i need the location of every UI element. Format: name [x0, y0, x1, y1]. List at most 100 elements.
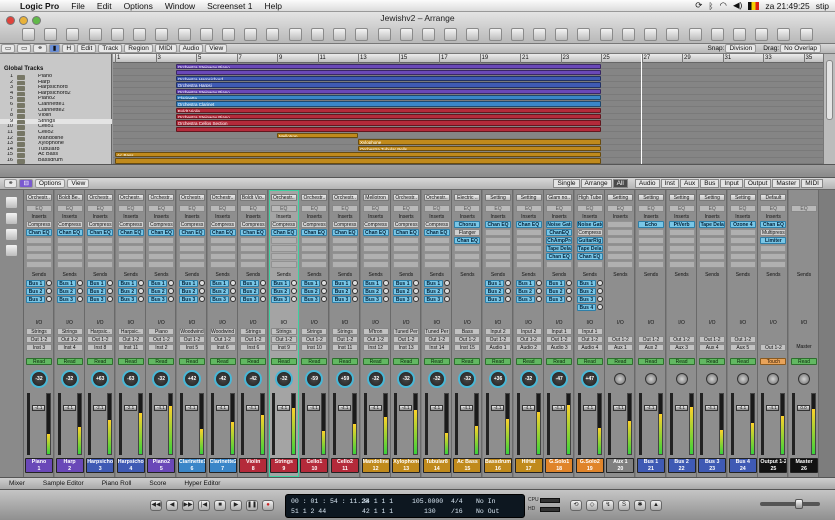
pan-knob[interactable]: +36	[489, 370, 507, 388]
flag-icon[interactable]	[748, 1, 760, 10]
empty-insert-slot[interactable]	[240, 253, 267, 260]
automation-mode[interactable]: Read	[56, 358, 83, 365]
region[interactable]: Orchestra Harpsi	[175, 82, 601, 88]
cycle-icon[interactable]: ⟲	[570, 500, 582, 511]
region[interactable]: Ac Bass	[115, 151, 601, 158]
setting-button[interactable]: Orchestr..	[87, 194, 114, 201]
send-level-knob[interactable]	[535, 280, 542, 286]
insert-slot[interactable]: Compress	[270, 221, 297, 228]
send-level-knob[interactable]	[199, 288, 205, 294]
send-level-knob[interactable]	[76, 296, 83, 302]
empty-insert-slot[interactable]	[270, 237, 297, 244]
pan-knob[interactable]: -32	[60, 370, 79, 388]
channel-name-tag[interactable]: Harpsichor 4	[116, 458, 145, 473]
setting-button[interactable]: Boldt Be..	[56, 194, 83, 201]
send-level-knob[interactable]	[382, 296, 389, 302]
channel-name-tag[interactable]: Bus 2 22	[667, 458, 696, 473]
region[interactable]: Orchestra Harpsichord	[175, 76, 601, 82]
send-slot[interactable]: Bus 2	[485, 288, 504, 295]
empty-insert-slot[interactable]	[26, 261, 52, 268]
capture-icon[interactable]	[155, 27, 169, 41]
automation-mode[interactable]: Read	[485, 358, 511, 365]
filter-input[interactable]: Input	[720, 179, 743, 188]
pen-icon[interactable]	[599, 27, 613, 41]
send-slot[interactable]: Bus 1	[87, 280, 107, 287]
send-slot[interactable]: Bus 2	[362, 288, 382, 295]
region[interactable]: Orchestra Steinway Piano	[175, 88, 601, 95]
send-slot[interactable]: Bus 1	[393, 280, 413, 287]
channel-id-slot[interactable]: Inst 14	[423, 344, 450, 351]
insert-slot[interactable]: Chan EQ	[26, 229, 52, 236]
master-volume-handle[interactable]	[795, 499, 803, 509]
eq-display[interactable]: EQ	[301, 205, 328, 212]
browser-icon[interactable]	[133, 27, 147, 41]
filter-audio[interactable]: Audio	[634, 179, 660, 188]
channel-name-tag[interactable]: G.Solo2 19	[575, 458, 604, 473]
send-level-knob[interactable]	[46, 280, 52, 286]
setting-button[interactable]: Setting	[668, 194, 695, 201]
setting-button[interactable]: Orchestr..	[179, 194, 205, 201]
mixdown-icon[interactable]	[377, 27, 391, 41]
empty-insert-slot[interactable]	[638, 229, 664, 236]
send-slot[interactable]: Bus 1	[362, 280, 382, 287]
send-slot[interactable]: Bus 1	[546, 280, 566, 287]
empty-insert-slot[interactable]	[760, 253, 787, 260]
eq-display[interactable]: EQ	[148, 205, 175, 212]
send-slot[interactable]: Bus 2	[87, 288, 107, 295]
volume-fader[interactable]: -4.1	[460, 405, 474, 411]
setting-button[interactable]: Orchestr..	[301, 194, 328, 201]
send-level-knob[interactable]	[413, 280, 420, 286]
eq-display[interactable]: EQ	[270, 205, 297, 212]
info-icon[interactable]	[755, 27, 769, 41]
user-name[interactable]: stip	[816, 1, 829, 11]
mute-icon[interactable]	[444, 27, 458, 41]
empty-insert-slot[interactable]	[699, 237, 726, 244]
input-slot[interactable]: Input 1	[546, 328, 573, 335]
link-icon[interactable]	[5, 244, 18, 257]
empty-insert-slot[interactable]	[607, 253, 634, 260]
empty-insert-slot[interactable]	[423, 237, 450, 244]
arr-menu-edit[interactable]: Edit	[77, 44, 97, 53]
channel-name-tag[interactable]: Ac Bass 15	[453, 458, 482, 473]
region[interactable]: Boldt Violin	[175, 107, 601, 113]
send-level-knob[interactable]	[260, 288, 267, 294]
arr-menu-track[interactable]: Track	[98, 44, 123, 53]
empty-insert-slot[interactable]	[179, 245, 205, 252]
empty-insert-slot[interactable]	[362, 245, 389, 252]
empty-insert-slot[interactable]	[56, 261, 83, 268]
capture-record-icon[interactable]	[533, 27, 547, 41]
send-level-knob[interactable]	[46, 288, 52, 294]
pan-knob[interactable]: -42	[213, 370, 232, 388]
insert-slot[interactable]: Tape Dela	[576, 245, 603, 252]
channel-id-slot[interactable]: Inst 9	[270, 344, 297, 351]
empty-insert-slot[interactable]	[423, 253, 450, 260]
arr-menu-audio[interactable]: Audio	[178, 44, 204, 53]
insert-slot[interactable]: Chan EQ	[56, 229, 83, 236]
volume-fader[interactable]: -4.1	[32, 405, 45, 411]
pan-knob[interactable]: -32	[152, 370, 171, 388]
send-level-knob[interactable]	[168, 296, 175, 302]
insert-slot[interactable]: Chan EQ	[270, 229, 297, 236]
insert-slot[interactable]: Compress	[301, 221, 328, 228]
send-level-knob[interactable]	[505, 288, 511, 294]
input-slot[interactable]: Tuned Per	[393, 328, 420, 335]
eq-display[interactable]: EQ	[87, 205, 114, 212]
volume-fader[interactable]: -4.1	[766, 405, 780, 411]
automation-mode[interactable]: Read	[209, 358, 236, 365]
send-level-knob[interactable]	[321, 296, 328, 302]
empty-insert-slot[interactable]	[668, 253, 695, 260]
channel-name-tag[interactable]: Harpsichor 3	[86, 458, 115, 473]
tempo-tool-icon[interactable]	[577, 27, 591, 41]
automation-mode[interactable]: Read	[576, 358, 603, 365]
wifi-icon[interactable]: ◠	[720, 0, 727, 11]
region[interactable]: Orchestra Tubular Bells	[358, 145, 601, 151]
insert-slot[interactable]: Compress	[332, 221, 358, 228]
region[interactable]	[115, 158, 601, 164]
send-level-knob[interactable]	[199, 296, 205, 302]
setting-button[interactable]: Mellotron	[362, 194, 389, 201]
empty-insert-slot[interactable]	[332, 237, 358, 244]
eq-display[interactable]: EQ	[240, 205, 267, 212]
empty-insert-slot[interactable]	[26, 253, 52, 260]
send-slot[interactable]: Bus 1	[515, 280, 535, 287]
insert-slot[interactable]: Chan EQ	[117, 229, 144, 236]
